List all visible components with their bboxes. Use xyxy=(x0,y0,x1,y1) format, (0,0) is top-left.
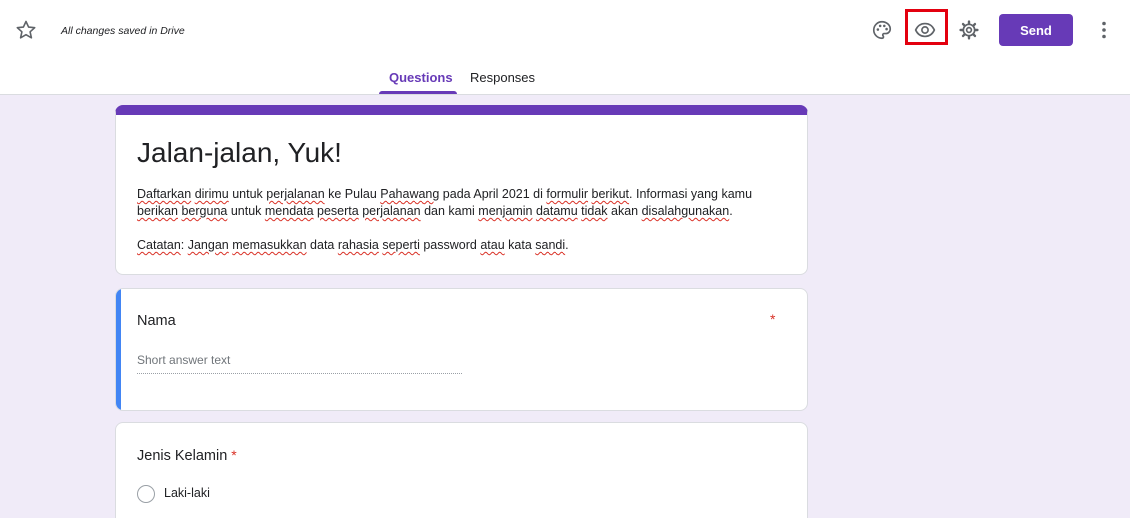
gear-icon[interactable] xyxy=(955,16,983,44)
top-bar: All changes saved in Drive Send xyxy=(0,0,1130,60)
form-title: Jalan-jalan, Yuk! xyxy=(137,137,342,168)
active-tab-indicator xyxy=(379,91,457,94)
question-title: Nama xyxy=(137,313,176,329)
tab-bar: Questions Responses xyxy=(0,60,1130,95)
description-paragraph: Daftarkan dirimu untuk perjalanan ke Pul… xyxy=(137,187,753,218)
send-button[interactable]: Send xyxy=(999,14,1073,46)
active-question-indicator xyxy=(116,289,121,410)
save-status: All changes saved in Drive xyxy=(61,25,185,37)
required-asterisk: * xyxy=(231,447,237,463)
star-icon[interactable] xyxy=(14,18,38,42)
palette-icon[interactable] xyxy=(868,16,896,44)
required-asterisk: * xyxy=(770,311,776,327)
description-note: Catatan: Jangan memasukkan data rahasia … xyxy=(137,238,569,252)
short-answer-input[interactable]: Short answer text xyxy=(137,353,462,374)
radio-option-label: Laki-laki xyxy=(164,486,210,500)
question-card-jenis-kelamin[interactable]: Jenis Kelamin * Laki-laki xyxy=(115,422,808,518)
question-title-text: Jenis Kelamin xyxy=(137,448,228,464)
form-canvas: Jalan-jalan, Yuk! Daftarkan dirimu untuk… xyxy=(0,95,1130,518)
radio-button[interactable] xyxy=(137,485,155,503)
tab-responses[interactable]: Responses xyxy=(470,70,535,85)
question-card-nama[interactable]: Nama * Short answer text xyxy=(115,288,808,411)
form-header-card[interactable]: Jalan-jalan, Yuk! Daftarkan dirimu untuk… xyxy=(115,105,808,275)
question-title: Jenis Kelamin * xyxy=(137,447,237,464)
more-vert-icon[interactable] xyxy=(1090,16,1118,44)
form-description: Daftarkan dirimu untuk perjalanan ke Pul… xyxy=(137,186,787,271)
tab-questions[interactable]: Questions xyxy=(389,70,453,85)
eye-highlight-box xyxy=(905,9,948,45)
